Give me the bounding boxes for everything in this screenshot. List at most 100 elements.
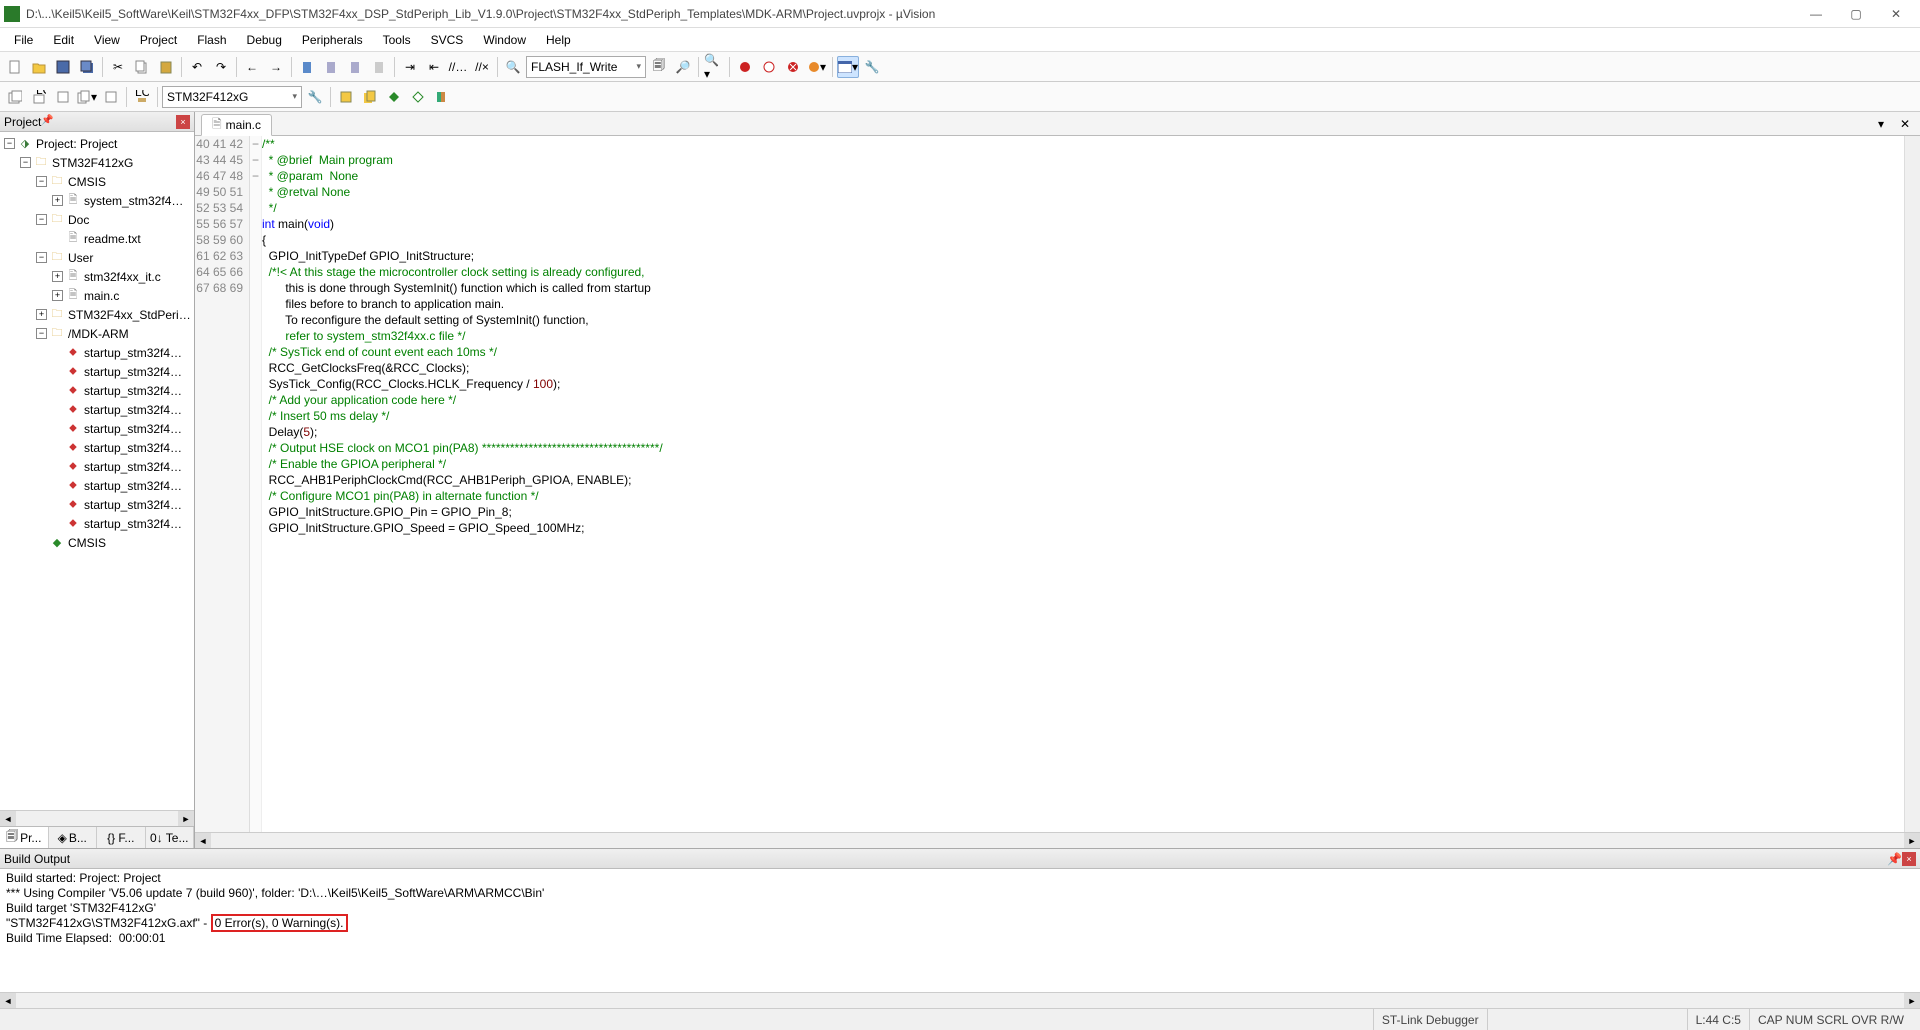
target-options-icon[interactable]: 🔧 bbox=[304, 86, 326, 108]
window-layout-icon[interactable]: ▾ bbox=[837, 56, 859, 78]
tree-file[interactable]: startup_stm32f4… bbox=[84, 365, 182, 379]
editor-close-tab-icon[interactable]: ✕ bbox=[1894, 113, 1916, 135]
manage-project-items-icon[interactable] bbox=[335, 86, 357, 108]
undo-icon[interactable]: ↶ bbox=[186, 56, 208, 78]
build-result-highlight: 0 Error(s), 0 Warning(s). bbox=[211, 914, 348, 932]
nav-forward-icon[interactable]: → bbox=[265, 56, 287, 78]
tree-stdperiph[interactable]: STM32F4xx_StdPeri… bbox=[68, 308, 191, 322]
tree-file[interactable]: startup_stm32f4… bbox=[84, 479, 182, 493]
pin-icon[interactable]: 📌 bbox=[41, 115, 55, 129]
tab-project[interactable]: 🗐Pr... bbox=[0, 827, 49, 848]
tree-file[interactable]: startup_stm32f4… bbox=[84, 346, 182, 360]
menu-debug[interactable]: Debug bbox=[237, 30, 292, 50]
outdent-icon[interactable]: ⇤ bbox=[423, 56, 445, 78]
build-hscroll[interactable]: ◄► bbox=[0, 992, 1920, 1008]
menu-window[interactable]: Window bbox=[473, 30, 536, 50]
tree-user[interactable]: User bbox=[68, 251, 93, 265]
nav-back-icon[interactable]: ← bbox=[241, 56, 263, 78]
tab-templates[interactable]: 0↓ Te... bbox=[146, 827, 195, 848]
menu-peripherals[interactable]: Peripherals bbox=[292, 30, 373, 50]
redo-icon[interactable]: ↷ bbox=[210, 56, 232, 78]
bookmark-next-icon[interactable] bbox=[344, 56, 366, 78]
find-in-files-icon[interactable]: 🗐 bbox=[648, 56, 670, 78]
debug-session-icon[interactable]: 🔍▾ bbox=[703, 56, 725, 78]
cut-icon[interactable]: ✂ bbox=[107, 56, 129, 78]
menu-edit[interactable]: Edit bbox=[43, 30, 84, 50]
build-icon[interactable]: LOAD bbox=[28, 86, 50, 108]
project-tree[interactable]: −⬗Project: Project −🗀STM32F412xG −🗀CMSIS… bbox=[0, 132, 194, 810]
menu-svcs[interactable]: SVCS bbox=[421, 30, 474, 50]
tab-books[interactable]: ◈B... bbox=[49, 827, 98, 848]
tree-doc[interactable]: Doc bbox=[68, 213, 89, 227]
pin-icon[interactable]: 📌 bbox=[1887, 852, 1902, 866]
find-icon[interactable]: 🔍 bbox=[502, 56, 524, 78]
bookmark-clear-icon[interactable] bbox=[368, 56, 390, 78]
code-editor[interactable]: 40 41 42 43 44 45 46 47 48 49 50 51 52 5… bbox=[195, 136, 1920, 832]
tree-file[interactable]: startup_stm32f4… bbox=[84, 422, 182, 436]
manage-rte-icon[interactable] bbox=[383, 86, 405, 108]
tree-hscroll[interactable]: ◄► bbox=[0, 810, 194, 826]
tree-file[interactable]: startup_stm32f4… bbox=[84, 498, 182, 512]
editor-hscroll[interactable]: ◄► bbox=[195, 832, 1920, 848]
save-icon[interactable] bbox=[52, 56, 74, 78]
tree-mdk[interactable]: /MDK-ARM bbox=[68, 327, 129, 341]
close-panel-button[interactable]: × bbox=[176, 115, 190, 129]
tree-file[interactable]: stm32f4xx_it.c bbox=[84, 270, 161, 284]
breakpoint-insert-icon[interactable] bbox=[734, 56, 756, 78]
menu-help[interactable]: Help bbox=[536, 30, 581, 50]
select-software-packs-icon[interactable] bbox=[359, 86, 381, 108]
uncomment-icon[interactable]: //× bbox=[471, 56, 493, 78]
pack-installer-icon[interactable] bbox=[407, 86, 429, 108]
maximize-button[interactable]: ▢ bbox=[1836, 3, 1876, 25]
new-file-icon[interactable] bbox=[4, 56, 26, 78]
tree-file[interactable]: startup_stm32f4… bbox=[84, 403, 182, 417]
code-content[interactable]: /** * @brief Main program * @param None … bbox=[262, 136, 1904, 832]
copy-icon[interactable] bbox=[131, 56, 153, 78]
tree-file[interactable]: startup_stm32f4… bbox=[84, 517, 182, 531]
target-select-combo[interactable]: STM32F412xG bbox=[162, 86, 302, 108]
tab-functions[interactable]: {} F... bbox=[97, 827, 146, 848]
batch-build-icon[interactable]: ▾ bbox=[76, 86, 98, 108]
breakpoint-enable-all-icon[interactable]: ▾ bbox=[806, 56, 828, 78]
close-panel-button[interactable]: × bbox=[1902, 852, 1916, 866]
breakpoint-kill-icon[interactable] bbox=[782, 56, 804, 78]
paste-icon[interactable] bbox=[155, 56, 177, 78]
menu-view[interactable]: View bbox=[84, 30, 130, 50]
tree-root[interactable]: Project: Project bbox=[36, 137, 117, 151]
build-output-text[interactable]: Build started: Project: Project *** Usin… bbox=[0, 869, 1920, 992]
comment-icon[interactable]: //… bbox=[447, 56, 469, 78]
tree-file[interactable]: system_stm32f4… bbox=[84, 194, 183, 208]
bookmark-set-icon[interactable] bbox=[296, 56, 318, 78]
fold-column[interactable]: − − − bbox=[250, 136, 262, 832]
tree-file[interactable]: main.c bbox=[84, 289, 119, 303]
save-all-icon[interactable] bbox=[76, 56, 98, 78]
download-icon[interactable]: LOAD bbox=[131, 86, 153, 108]
breakpoint-disable-icon[interactable] bbox=[758, 56, 780, 78]
tree-cmsis-component[interactable]: CMSIS bbox=[68, 536, 106, 550]
tree-cmsis[interactable]: CMSIS bbox=[68, 175, 106, 189]
editor-dropdown-icon[interactable]: ▾ bbox=[1870, 113, 1892, 135]
close-window-button[interactable]: ✕ bbox=[1876, 3, 1916, 25]
indent-icon[interactable]: ⇥ bbox=[399, 56, 421, 78]
bookmark-prev-icon[interactable] bbox=[320, 56, 342, 78]
vertical-scrollbar[interactable] bbox=[1904, 136, 1920, 832]
tree-target[interactable]: STM32F412xG bbox=[52, 156, 133, 170]
rebuild-icon[interactable] bbox=[52, 86, 74, 108]
tree-file[interactable]: startup_stm32f4… bbox=[84, 384, 182, 398]
books-icon[interactable] bbox=[431, 86, 453, 108]
editor-tab-mainc[interactable]: 🗎 main.c bbox=[201, 114, 272, 136]
open-file-icon[interactable] bbox=[28, 56, 50, 78]
find-target-combo[interactable]: FLASH_If_Write bbox=[526, 56, 646, 78]
incremental-find-icon[interactable]: 🔎 bbox=[672, 56, 694, 78]
configure-icon[interactable]: 🔧 bbox=[861, 56, 883, 78]
tree-file[interactable]: startup_stm32f4… bbox=[84, 441, 182, 455]
tree-file[interactable]: readme.txt bbox=[84, 232, 141, 246]
menu-flash[interactable]: Flash bbox=[187, 30, 236, 50]
menu-file[interactable]: File bbox=[4, 30, 43, 50]
stop-build-icon[interactable] bbox=[100, 86, 122, 108]
tree-file[interactable]: startup_stm32f4… bbox=[84, 460, 182, 474]
menu-tools[interactable]: Tools bbox=[373, 30, 421, 50]
menu-project[interactable]: Project bbox=[130, 30, 187, 50]
minimize-button[interactable]: — bbox=[1796, 3, 1836, 25]
translate-icon[interactable] bbox=[4, 86, 26, 108]
